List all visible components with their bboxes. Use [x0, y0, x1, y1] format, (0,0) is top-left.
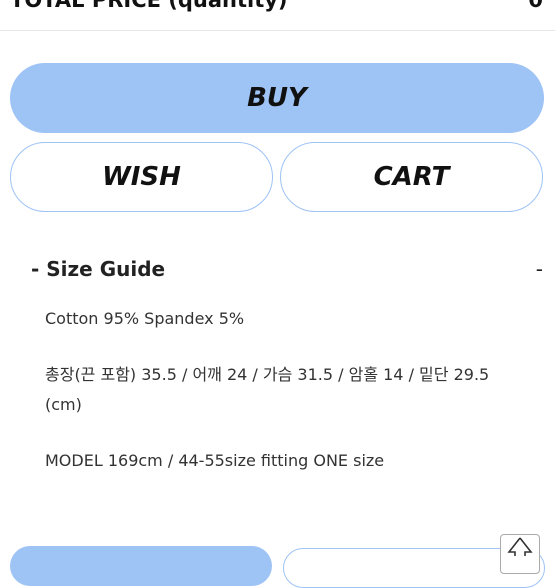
total-price-label: TOTAL PRICE (quantity)	[10, 0, 288, 12]
size-guide-collapse-toggle[interactable]: -	[536, 257, 543, 281]
bottom-buy-button[interactable]	[10, 546, 272, 586]
wish-button[interactable]: WISH	[10, 142, 273, 212]
buy-button[interactable]: BUY	[10, 63, 544, 133]
scroll-to-top-button[interactable]	[500, 534, 540, 574]
arrow-up-icon	[507, 537, 533, 556]
model-fit-text: MODEL 169cm / 44-55size fitting ONE size	[45, 451, 385, 470]
divider	[0, 30, 555, 31]
measurements-text: 총장(끈 포함) 35.5 / 어깨 24 / 가슴 31.5 / 암홀 14 …	[45, 365, 490, 414]
size-guide-title[interactable]: - Size Guide	[31, 257, 165, 281]
total-price-value: 0	[528, 0, 543, 12]
material-text: Cotton 95% Spandex 5%	[45, 309, 245, 328]
total-price-row: TOTAL PRICE (quantity) 0	[0, 0, 555, 18]
cart-button[interactable]: CART	[280, 142, 543, 212]
